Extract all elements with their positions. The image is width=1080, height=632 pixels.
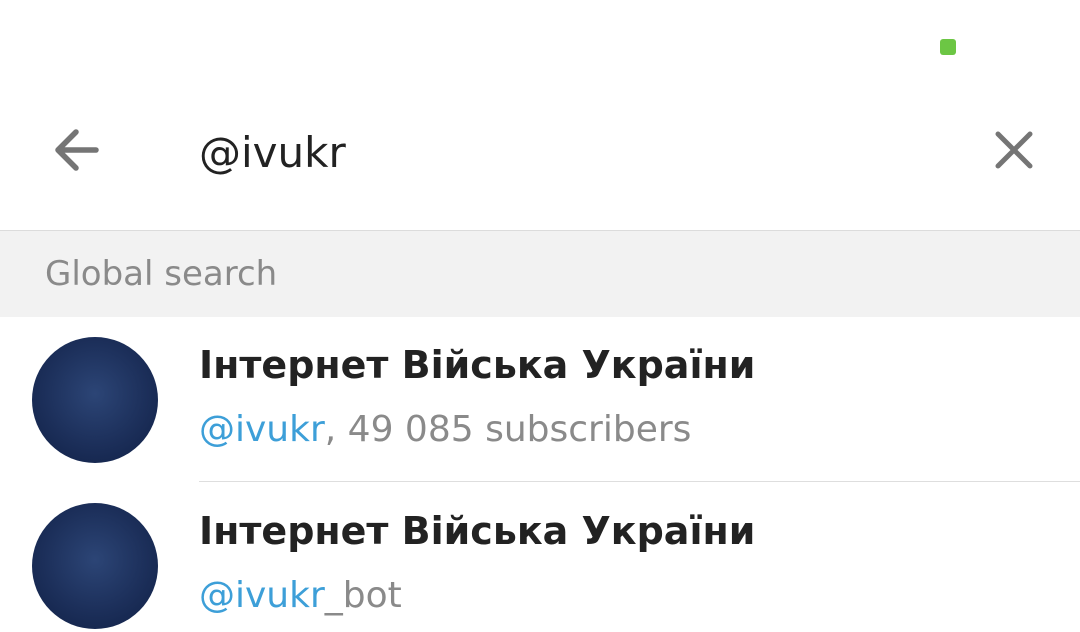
global-search-header: Global search — [0, 230, 1080, 317]
result-subtitle: @ivukr_bot — [199, 575, 402, 616]
global-search-label: Global search — [45, 254, 278, 294]
notification-dot — [940, 39, 956, 55]
result-username-match: @ivukr — [199, 575, 325, 616]
search-input[interactable] — [199, 122, 939, 182]
divider — [199, 481, 1080, 482]
search-result-channel[interactable]: Інтернет Війська України @ivukr, 49 085 … — [0, 317, 1080, 482]
avatar — [32, 503, 158, 629]
result-title: Інтернет Війська України — [199, 509, 756, 553]
result-subtitle: @ivukr, 49 085 subscribers — [199, 409, 691, 450]
back-button[interactable] — [40, 114, 112, 186]
search-result-bot[interactable]: Інтернет Війська України @ivukr_bot — [0, 483, 1080, 632]
avatar — [32, 337, 158, 463]
result-username-suffix: _bot — [324, 575, 402, 616]
arrow-left-icon — [55, 129, 99, 171]
result-subscriber-count: , 49 085 subscribers — [324, 409, 692, 450]
status-bar — [0, 0, 1080, 92]
search-screen: Global search Інтернет Війська України @… — [0, 0, 1080, 632]
clear-search-button[interactable] — [978, 114, 1050, 186]
result-username-match: @ivukr — [199, 409, 325, 450]
result-title: Інтернет Війська України — [199, 343, 756, 387]
close-icon — [995, 131, 1033, 169]
search-toolbar — [0, 92, 1080, 230]
